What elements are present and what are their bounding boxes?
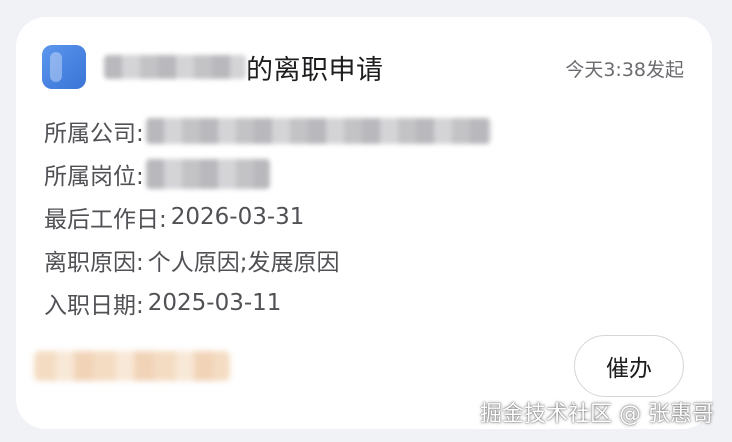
field-label: 最后工作日:: [44, 206, 167, 233]
urge-button[interactable]: 催办: [574, 335, 684, 397]
field-position: 所属岗位:: [44, 152, 491, 195]
field-last-workday: 最后工作日: 2026-03-31: [44, 195, 491, 238]
field-label: 所属岗位:: [44, 163, 144, 190]
field-reason: 离职原因: 个人原因;发展原因: [44, 238, 491, 281]
field-company: 所属公司:: [44, 109, 491, 152]
field-list: 所属公司: 所属岗位: 最后工作日: 2026-03-31 离职原因: 个人原因…: [44, 109, 491, 324]
field-label: 离职原因:: [44, 249, 144, 276]
redacted-position: [145, 158, 270, 189]
app-icon: [42, 45, 86, 89]
field-value: 2026-03-31: [170, 203, 305, 230]
field-label: 所属公司:: [44, 120, 144, 147]
redacted-company: [145, 117, 491, 144]
card-title: 的离职申请: [104, 45, 384, 89]
field-label: 入职日期:: [44, 292, 144, 319]
field-value: 个人原因;发展原因: [147, 249, 340, 276]
title-text: 的离职申请: [246, 54, 384, 86]
watermark: 掘金技术社区 @ 张惠哥: [480, 402, 714, 427]
field-hire-date: 入职日期: 2025-03-11: [44, 281, 491, 324]
redacted-footer: [34, 351, 230, 381]
approval-card[interactable]: 的离职申请 今天3:38发起 所属公司: 所属岗位: 最后工作日: 2026-0…: [16, 17, 712, 429]
submitted-time: 今天3:38发起: [565, 59, 684, 81]
redacted-applicant-name: [104, 55, 246, 79]
field-value: 2025-03-11: [147, 289, 282, 316]
